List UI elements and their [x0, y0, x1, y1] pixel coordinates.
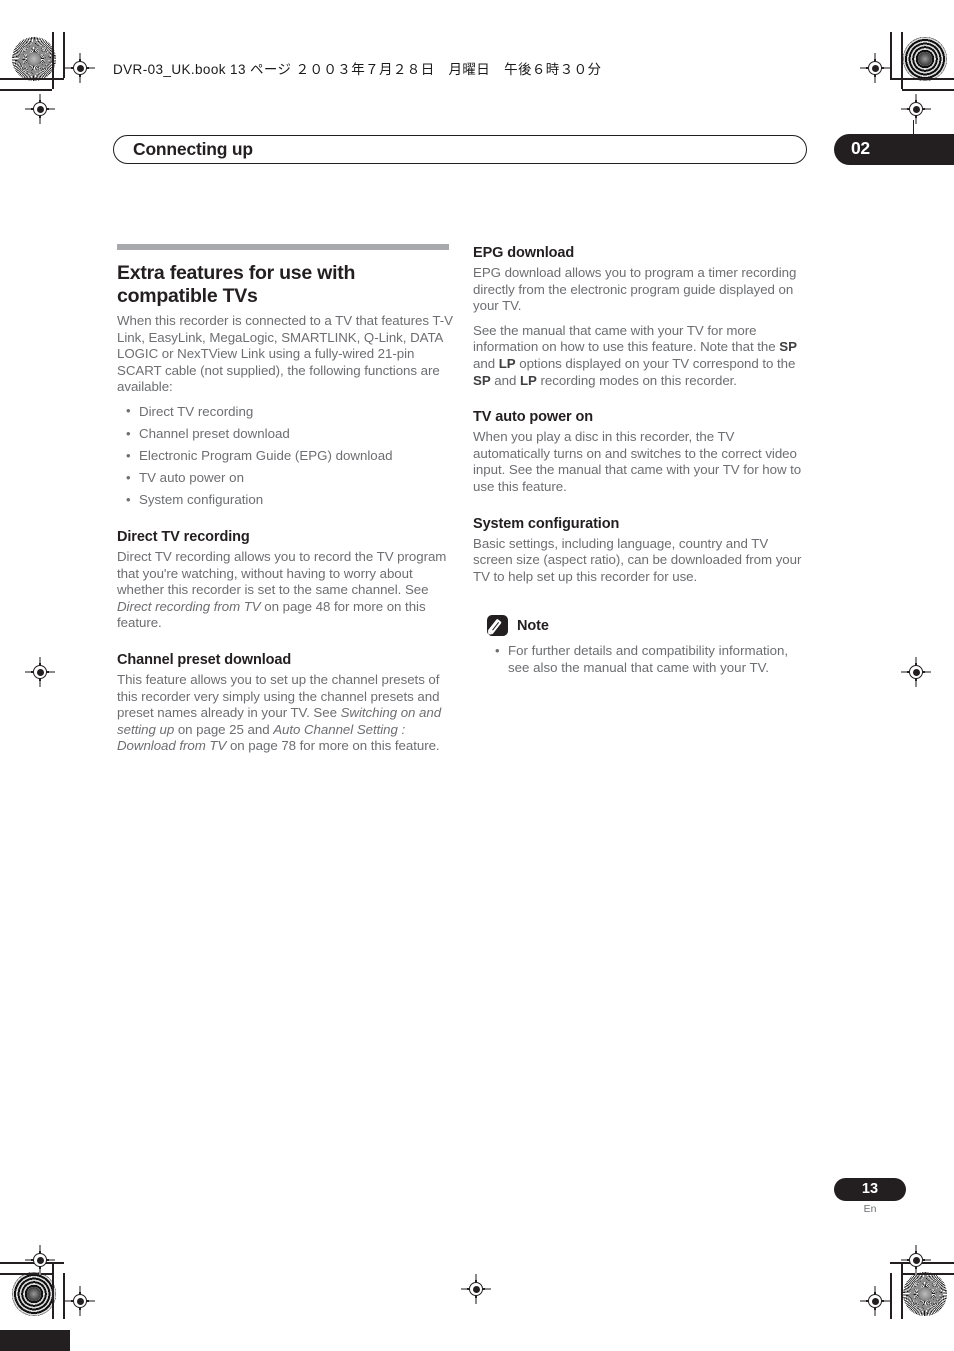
- registration-target: [25, 657, 55, 687]
- crop-mark: [902, 89, 954, 91]
- registration-target: [25, 94, 55, 124]
- registration-target: [461, 1274, 491, 1304]
- note-list: For further details and compatibility in…: [487, 643, 809, 676]
- note-header: Note: [487, 615, 809, 637]
- section-heading-direct-tv-recording: Direct TV recording: [117, 528, 250, 545]
- list-item: Direct TV recording: [117, 403, 453, 421]
- section-heading-system-configuration: System configuration: [473, 515, 620, 532]
- pencil-icon: [487, 615, 508, 637]
- crop-mark: [52, 32, 54, 89]
- moire-circle-bottom-right: [903, 1272, 947, 1316]
- feature-bullet-list: Direct TV recording Channel preset downl…: [117, 403, 453, 509]
- registration-target: [901, 94, 931, 124]
- registration-target: [860, 53, 890, 83]
- section-rule: [117, 244, 449, 250]
- right-column: EPG download EPG download allows you to …: [473, 244, 809, 677]
- left-column: Extra features for use with compatible T…: [117, 244, 453, 755]
- section-heading-channel-preset-download: Channel preset download: [117, 651, 292, 668]
- crop-mark: [890, 78, 954, 80]
- list-item: Channel preset download: [117, 426, 453, 443]
- crop-mark: [0, 78, 64, 80]
- crop-mark: [890, 1273, 892, 1319]
- registration-target: [901, 1245, 931, 1275]
- list-item: Electronic Program Guide (EPG) download: [117, 448, 453, 465]
- note-label: Note: [517, 617, 549, 634]
- intro-paragraph: When this recorder is connected to a TV …: [117, 313, 453, 395]
- list-item: For further details and compatibility in…: [487, 643, 809, 676]
- section-body-direct-tv-recording: Direct TV recording allows you to record…: [117, 548, 447, 631]
- page-number: 13: [861, 1181, 879, 1197]
- note-block: Note For further details and compatibili…: [473, 615, 809, 676]
- registration-target: [901, 657, 931, 687]
- registration-target: [25, 1245, 55, 1275]
- language-code: En: [863, 1203, 877, 1215]
- page-title: Extra features for use with compatible T…: [117, 262, 356, 307]
- registration-target: [65, 1286, 95, 1316]
- moire-circle-top-right: [903, 37, 947, 81]
- moire-circle-bottom-left: [12, 1272, 56, 1316]
- crop-mark: [913, 120, 915, 154]
- section-body-epg-download-1: EPG download allows you to program a tim…: [473, 265, 797, 314]
- section-heading-tv-auto-power-on: TV auto power on: [473, 409, 594, 426]
- crop-mark: [0, 89, 52, 91]
- section-body-epg-download-2: See the manual that came with your TV fo…: [473, 322, 797, 388]
- registration-target: [65, 53, 95, 83]
- section-heading-epg-download: EPG download: [473, 245, 575, 261]
- list-item: TV auto power on: [117, 470, 453, 487]
- crop-mark: [901, 32, 903, 89]
- book-file-line: DVR-03_UK.book 13 ページ ２００３年７月２８日 月曜日 午後６…: [113, 62, 602, 77]
- crop-mark: [890, 32, 892, 78]
- section-body-tv-auto-power-on: When you play a disc in this recorder, t…: [473, 429, 802, 494]
- section-body-channel-preset-download: This feature allows you to set up the ch…: [117, 671, 442, 754]
- section-body-system-configuration: Basic settings, including language, coun…: [473, 535, 802, 584]
- moire-circle-top-left: [12, 37, 56, 81]
- bleed-bar: [0, 1330, 70, 1351]
- list-item: System configuration: [117, 492, 453, 509]
- running-header-title: Connecting up: [133, 139, 253, 159]
- registration-target: [860, 1286, 890, 1316]
- chapter-number: 02: [851, 138, 870, 158]
